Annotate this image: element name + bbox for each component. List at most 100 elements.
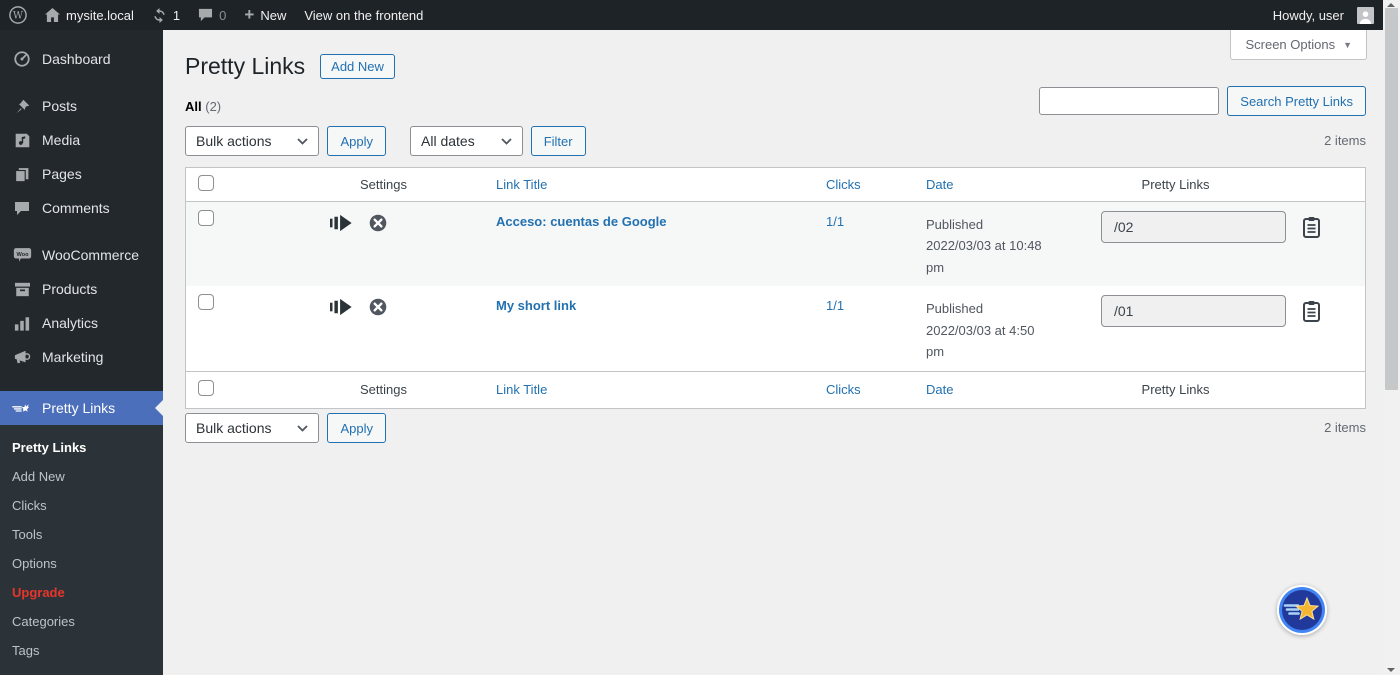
updates-menu[interactable]: 1: [143, 0, 189, 30]
pretty-link-cell: [1066, 202, 1365, 251]
vertical-scrollbar[interactable]: [1383, 0, 1400, 675]
site-name-label: mysite.local: [66, 7, 134, 23]
wordpress-logo-icon: W: [9, 6, 27, 24]
comment-bubble-icon: [198, 8, 213, 22]
submenu-item-options[interactable]: Options: [0, 549, 163, 578]
select-all-checkbox[interactable]: [198, 380, 214, 397]
my-account-menu[interactable]: Howdy, user: [1264, 0, 1383, 30]
table-header-row: Settings Link Title Clicks Date Pretty L…: [186, 168, 1365, 202]
bulk-actions-select[interactable]: Bulk actions: [185, 126, 320, 156]
date-value: Published 2022/03/03 at 10:48 pm: [926, 217, 1042, 275]
submenu-item-upgrade[interactable]: Upgrade: [0, 578, 163, 607]
svg-text:W: W: [13, 11, 24, 22]
sidebar-item-pages[interactable]: Pages: [0, 157, 163, 191]
screen-options-tab[interactable]: Screen Options ▼: [1230, 30, 1367, 60]
add-new-button[interactable]: Add New: [320, 54, 395, 80]
column-date[interactable]: Date: [916, 382, 1066, 397]
row-settings-cell: [231, 286, 486, 324]
comments-count: 0: [219, 7, 227, 23]
sidebar-item-label: Pretty Links: [42, 400, 116, 416]
row-select-cell: [186, 286, 231, 321]
column-date[interactable]: Date: [916, 177, 1066, 192]
pretty-links-logo-button[interactable]: [1277, 585, 1327, 635]
date-value: Published 2022/03/03 at 4:50 pm: [926, 301, 1035, 360]
chevron-down-icon: [501, 137, 512, 145]
bulk-actions-label: Bulk actions: [196, 133, 272, 149]
view-frontend-link[interactable]: View on the frontend: [295, 0, 432, 30]
scroll-down-arrow-icon[interactable]: [1387, 668, 1395, 672]
scroll-up-arrow-icon[interactable]: [1387, 3, 1395, 7]
redirect-type-icon[interactable]: [330, 214, 355, 232]
row-checkbox[interactable]: [198, 294, 214, 311]
submenu-item-tags[interactable]: Tags: [0, 636, 163, 665]
sidebar-item-media[interactable]: Media: [0, 123, 163, 157]
submenu-label: Upgrade: [12, 585, 65, 600]
tracking-disabled-icon[interactable]: [369, 298, 387, 316]
sidebar-item-dashboard[interactable]: Dashboard: [0, 42, 163, 76]
apply-button[interactable]: Apply: [327, 126, 387, 156]
select-all-cell: [186, 175, 231, 194]
submenu-item-clicks[interactable]: Clicks: [0, 491, 163, 520]
sidebar-item-analytics[interactable]: Analytics: [0, 306, 163, 340]
column-link-title[interactable]: Link Title: [486, 177, 816, 192]
copy-clipboard-icon[interactable]: [1302, 300, 1321, 323]
wordpress-logo-menu[interactable]: W: [0, 0, 36, 30]
admin-bar: W mysite.local 1 0 + New View on the fro…: [0, 0, 1383, 30]
pretty-link-input[interactable]: [1101, 211, 1286, 243]
scrollbar-thumb[interactable]: [1385, 8, 1398, 390]
submenu-item-reports[interactable]: Reports: [0, 665, 163, 675]
column-clicks[interactable]: Clicks: [816, 177, 916, 192]
filter-button[interactable]: Filter: [530, 126, 586, 156]
column-link-title[interactable]: Link Title: [486, 382, 816, 397]
sidebar-item-marketing[interactable]: Marketing: [0, 340, 163, 374]
link-title[interactable]: My short link: [486, 286, 816, 321]
page-title: Pretty Links: [185, 53, 306, 79]
sidebar-item-woocommerce[interactable]: Woo WooCommerce: [0, 238, 163, 272]
search-input[interactable]: [1039, 87, 1220, 115]
all-dates-label: All dates: [421, 133, 475, 149]
sidebar-item-products[interactable]: Products: [0, 272, 163, 306]
view-frontend-label: View on the frontend: [304, 7, 424, 23]
clicks-value[interactable]: 1/1: [816, 202, 916, 237]
menu-separator: [0, 225, 163, 238]
site-name-menu[interactable]: mysite.local: [36, 0, 143, 30]
column-pretty-links: Pretty Links: [1141, 382, 1210, 398]
dashboard-icon: [12, 50, 32, 68]
sidebar-item-pretty-links[interactable]: Pretty Links: [0, 391, 163, 425]
sidebar-item-label: Products: [42, 281, 98, 297]
apply-button[interactable]: Apply: [327, 413, 387, 443]
link-title[interactable]: Acceso: cuentas de Google: [486, 202, 816, 237]
submenu-item-pretty-links[interactable]: Pretty Links: [0, 433, 163, 462]
row-checkbox[interactable]: [198, 210, 214, 226]
submenu-item-tools[interactable]: Tools: [0, 520, 163, 549]
pushpin-icon: [12, 98, 32, 115]
bulk-actions-select[interactable]: Bulk actions: [185, 413, 320, 443]
items-count-top: 2 items: [1324, 133, 1366, 148]
items-count-bottom: 2 items: [1324, 420, 1366, 435]
pretty-link-cell: [1066, 286, 1365, 335]
select-all-checkbox[interactable]: [198, 175, 214, 191]
clicks-value[interactable]: 1/1: [816, 286, 916, 321]
filter-all-link[interactable]: All: [185, 99, 202, 114]
column-clicks[interactable]: Clicks: [816, 382, 916, 397]
sidebar-item-label: Dashboard: [42, 51, 111, 67]
sidebar-item-posts[interactable]: Posts: [0, 89, 163, 123]
tracking-disabled-icon[interactable]: [369, 214, 387, 232]
submenu-item-add-new[interactable]: Add New: [0, 462, 163, 491]
chevron-down-icon: [297, 137, 309, 145]
all-dates-select[interactable]: All dates: [410, 126, 523, 156]
pretty-link-input[interactable]: [1101, 295, 1286, 328]
redirect-type-icon[interactable]: [330, 298, 355, 316]
new-content-menu[interactable]: + New: [235, 0, 295, 30]
comments-menu[interactable]: 0: [189, 0, 235, 30]
row-select-cell: [186, 202, 231, 237]
search-pretty-links-button[interactable]: Search Pretty Links: [1227, 86, 1366, 116]
howdy-label: Howdy, user: [1272, 7, 1344, 23]
table-row: Acceso: cuentas de Google 1/1 Published …: [186, 202, 1365, 287]
sidebar-item-comments[interactable]: Comments: [0, 191, 163, 225]
row-settings-cell: [231, 202, 486, 240]
submenu-item-categories[interactable]: Categories: [0, 607, 163, 636]
admin-bar-left: W mysite.local 1 0 + New View on the fro…: [0, 0, 432, 30]
shooting-star-icon: [1277, 585, 1327, 635]
copy-clipboard-icon[interactable]: [1302, 216, 1321, 239]
